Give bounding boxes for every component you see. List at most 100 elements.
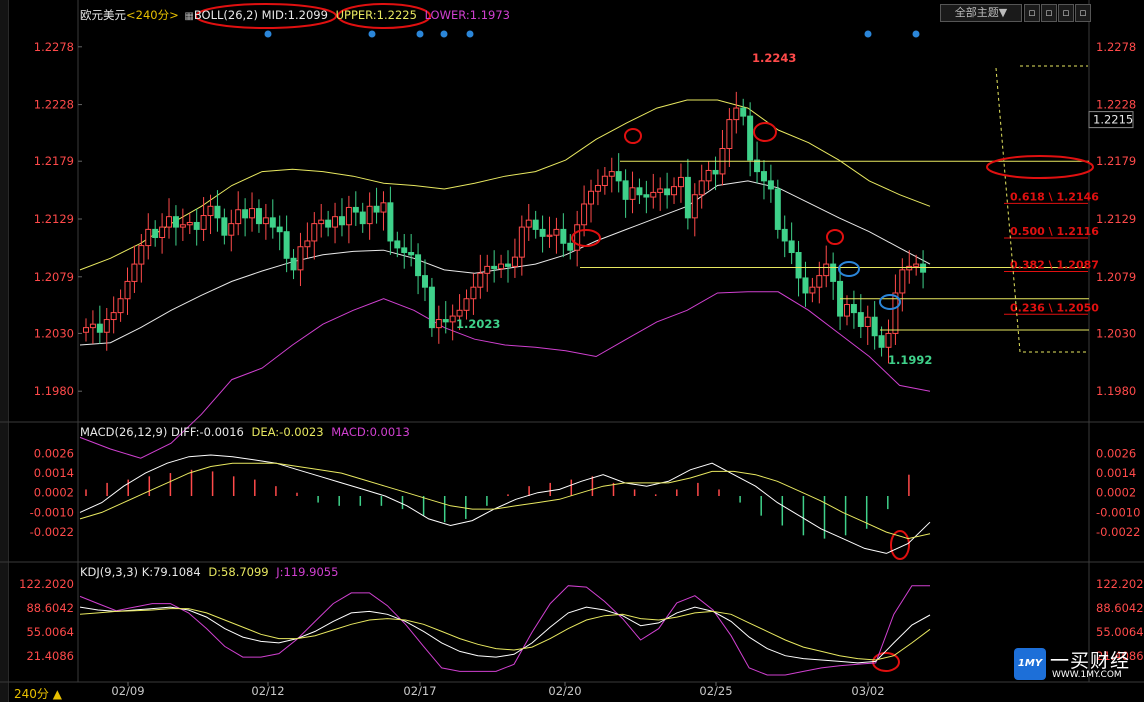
candle	[484, 265, 491, 274]
logo-url: WWW.1MY.COM	[1052, 670, 1122, 680]
event-marker-dot	[864, 30, 872, 38]
candle	[373, 205, 380, 213]
candle	[103, 319, 110, 333]
candle	[498, 263, 505, 270]
y-tick-right: 1.2228	[1096, 98, 1136, 112]
candle	[166, 216, 173, 228]
candle	[705, 169, 712, 182]
macd-dea: DEA:-0.0023	[251, 425, 324, 439]
close-button[interactable]: ▫	[1075, 4, 1091, 22]
candle	[242, 209, 249, 219]
kdj-d-line	[79, 608, 931, 661]
maximize-button[interactable]: ▫	[1058, 4, 1074, 22]
macd-y-tick-right: -0.0010	[1096, 505, 1140, 519]
trough-annotation: 1.2023	[456, 317, 500, 331]
period-label: <240分>	[126, 8, 179, 22]
macd-value: MACD:0.0013	[331, 425, 410, 439]
candle	[421, 275, 428, 288]
candle	[781, 228, 788, 242]
logo-name: 一买财经	[1050, 650, 1131, 672]
candle	[511, 256, 518, 267]
candle	[172, 216, 179, 228]
trading-chart[interactable]: 1.2278 1.2278 1.2228 1.2228 1.2179 1.2179 1.21…	[0, 0, 1144, 702]
minimize-button[interactable]: ▫	[1024, 4, 1040, 22]
kdj-y-tick-left: 21.4086	[26, 649, 74, 663]
candle	[179, 224, 186, 228]
candle	[629, 187, 636, 200]
candle	[345, 206, 352, 226]
candle	[332, 216, 339, 228]
candle	[677, 176, 684, 188]
candle	[297, 246, 304, 271]
candle	[249, 208, 256, 219]
macd-y-tick-right: 0.0026	[1096, 446, 1136, 460]
candle	[318, 219, 325, 225]
candle	[255, 208, 262, 225]
candle	[311, 223, 318, 242]
period-badge[interactable]: 240分 ▲	[14, 685, 62, 702]
candle	[864, 316, 871, 327]
candle	[214, 205, 221, 219]
x-tick-label: 02/09	[111, 684, 144, 698]
candle	[830, 263, 837, 282]
event-marker-dot	[416, 30, 424, 38]
candle	[608, 171, 615, 177]
fib-label: 0.500 \ 1.2116	[1010, 225, 1099, 238]
boll-label: BOLL(26,2)	[193, 8, 258, 22]
candle	[871, 316, 878, 337]
candle	[532, 219, 539, 230]
candle	[435, 319, 442, 329]
candle	[525, 219, 532, 228]
highlight-circle	[624, 128, 642, 144]
peak-annotation: 1.2243	[752, 51, 796, 65]
boll-mid: MID:1.2099	[261, 8, 328, 22]
y-tick-left: 1.2030	[34, 326, 74, 340]
candle	[200, 215, 207, 230]
theme-dropdown[interactable]: 全部主题▼	[940, 4, 1022, 22]
candle	[304, 240, 311, 248]
macd-y-tick-left: 0.0014	[34, 466, 74, 480]
layout-button[interactable]: ▫	[1041, 4, 1057, 22]
candle	[823, 263, 830, 277]
candle	[594, 184, 601, 192]
y-tick-right: 1.2129	[1096, 212, 1136, 226]
watermark-logo: 1MY 一买财经 WWW.1MY.COM	[1014, 646, 1140, 688]
candle	[567, 242, 574, 251]
candle	[221, 217, 228, 236]
candle	[913, 263, 920, 267]
candle	[83, 327, 89, 333]
fib-label: 0.382 \ 1.2087	[1010, 259, 1099, 272]
boll-lower: LOWER:1.1973	[424, 8, 510, 22]
candle	[131, 263, 138, 282]
candle	[124, 280, 131, 300]
candle	[262, 217, 269, 225]
candle	[235, 209, 242, 225]
macd-legend: MACD(26,12,9) DIFF:-0.0016 DEA:-0.0023 M…	[80, 425, 410, 439]
boll-mid-line	[79, 180, 931, 346]
kdj-k-line	[79, 606, 931, 664]
macd-y-tick-left: -0.0010	[30, 505, 74, 519]
event-marker-dot	[440, 30, 448, 38]
candle	[878, 335, 885, 348]
candle	[442, 319, 449, 323]
candle	[152, 228, 159, 238]
indicator-settings-icon[interactable]: ▦	[184, 11, 193, 22]
candle	[601, 175, 608, 186]
candle	[636, 187, 643, 196]
event-marker-dot	[264, 30, 272, 38]
macd-label: MACD(26,12,9)	[80, 425, 168, 439]
macd-dea-line	[79, 462, 931, 540]
y-tick-right: 1.2030	[1096, 326, 1136, 340]
candle	[906, 265, 913, 271]
fib-label: 0.236 \ 1.2050	[1010, 301, 1099, 314]
highlight-circle	[890, 530, 910, 560]
kdj-j-line	[79, 585, 930, 676]
kdj-y-tick-left: 55.0064	[26, 625, 74, 639]
macd-y-tick-left: 0.0002	[34, 486, 74, 500]
kdj-y-tick-left: 88.6042	[26, 601, 74, 615]
symbol-name: 欧元美元	[80, 8, 126, 22]
candle	[193, 221, 200, 230]
candle	[920, 263, 927, 273]
y-tick-left: 1.2129	[34, 212, 74, 226]
candle	[754, 159, 761, 173]
